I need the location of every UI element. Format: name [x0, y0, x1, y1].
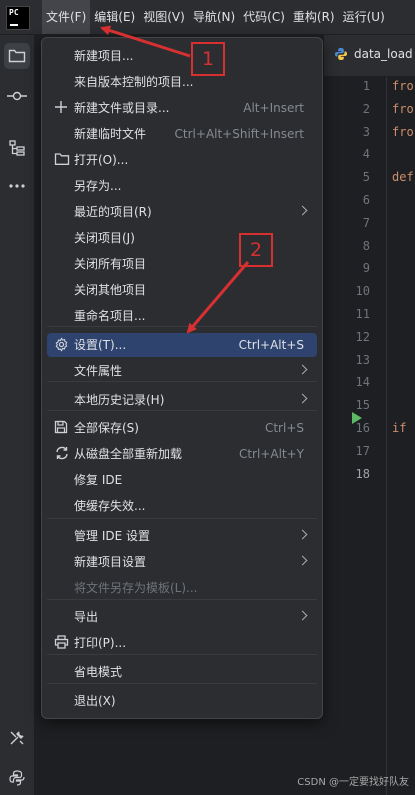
annotation-arrows — [100, 25, 250, 334]
annotation-step-2: 2 — [239, 233, 273, 267]
arrow-1 — [100, 25, 191, 58]
watermark: CSDN @一定要找好队友 — [297, 777, 409, 788]
arrow-2 — [186, 261, 250, 334]
annotation-step-1: 1 — [191, 42, 225, 76]
